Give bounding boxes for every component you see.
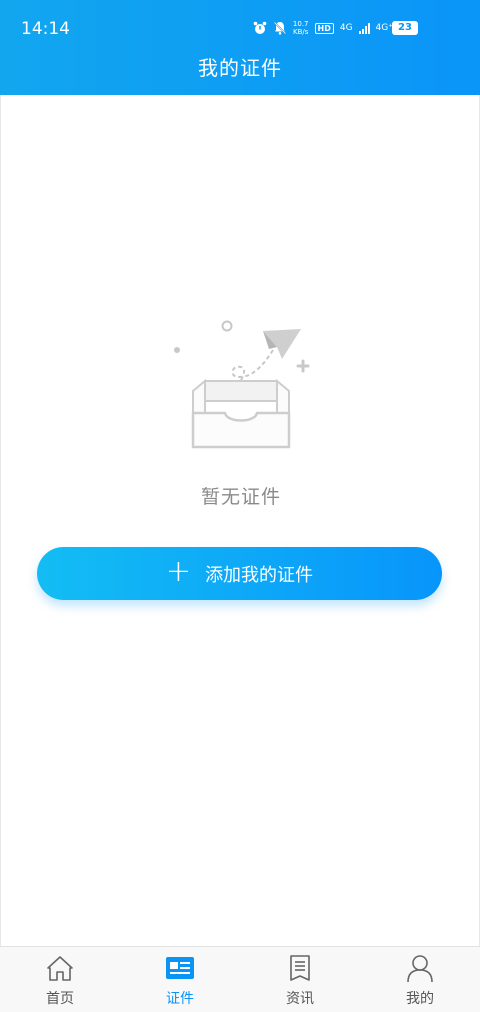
empty-box-illustration — [174, 320, 310, 449]
status-icons: 10.7 KB/s HD 4G 4G⁺ — [253, 20, 410, 36]
battery-icon: 23 — [392, 21, 418, 35]
signal-icon — [358, 22, 370, 34]
id-card-icon — [166, 957, 194, 979]
news-icon — [290, 955, 310, 981]
status-time: 14:14 — [21, 19, 70, 39]
header: 14:14 10.7 KB/s HD 4G 4G⁺ 23 我的证件 — [0, 0, 480, 95]
empty-state-text: 暂无证件 — [200, 486, 281, 508]
network-speed-unit: KB/s — [293, 28, 309, 36]
status-bar: 14:14 10.7 KB/s HD 4G 4G⁺ 23 — [0, 0, 480, 56]
network-speed: 10.7 KB/s — [293, 20, 309, 36]
add-certificate-button[interactable]: + 添加我的证件 — [37, 547, 442, 600]
network-type-2: 4G⁺ — [375, 22, 393, 33]
user-icon — [407, 955, 433, 983]
tab-mine[interactable]: 我的 — [360, 947, 480, 1012]
alarm-icon — [253, 21, 267, 34]
tab-certificates-label: 证件 — [166, 991, 194, 1007]
plus-icon: + — [165, 554, 192, 589]
tab-certificates[interactable]: 证件 — [120, 947, 240, 1012]
tab-home[interactable]: 首页 — [0, 947, 120, 1012]
add-certificate-label: 添加我的证件 — [205, 564, 314, 586]
main-content: 暂无证件 + 添加我的证件 — [0, 95, 480, 946]
bottom-tab-bar: 首页 证件 资讯 我的 — [0, 946, 480, 1012]
network-speed-value: 10.7 — [292, 20, 309, 28]
hd-badge: HD — [314, 22, 334, 34]
network-type-1: 4G — [339, 22, 353, 33]
home-icon — [47, 956, 73, 981]
tab-news-label: 资讯 — [286, 991, 314, 1007]
tab-home-label: 首页 — [46, 991, 74, 1007]
bell-off-icon — [273, 21, 286, 35]
tab-mine-label: 我的 — [406, 991, 434, 1007]
tab-news[interactable]: 资讯 — [240, 947, 360, 1012]
page-title: 我的证件 — [198, 56, 282, 80]
